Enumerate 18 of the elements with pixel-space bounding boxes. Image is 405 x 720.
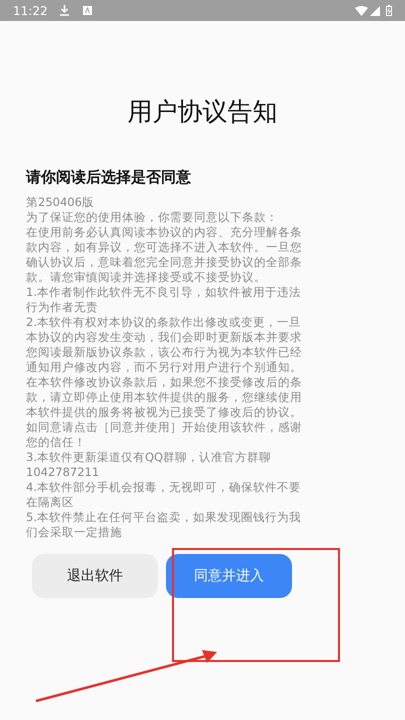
exit-button[interactable]: 退出软件 — [32, 554, 158, 598]
section-heading: 请你阅读后选择是否同意 — [26, 167, 192, 187]
download-icon — [60, 5, 69, 16]
agreement-paragraph: 5.本软件禁止在任何平台盗卖，如果发现圈钱行为我们会采取一定措施 — [26, 510, 302, 540]
font-icon — [82, 6, 92, 15]
agreement-paragraph: 为了保证您的使用体验，你需要同意以下条款： — [26, 210, 279, 225]
signal-icon — [370, 6, 380, 16]
agreement-paragraph: 3.本软件更新渠道仅有QQ群聊，认准官方群聊1042787211 — [26, 450, 272, 480]
agree-button[interactable]: 同意并进入 — [166, 554, 292, 598]
agreement-paragraph: 4.本软件部分手机会报毒，无视即可，确保软件不要在隔离区 — [26, 480, 302, 510]
page-title: 用户协议告知 — [126, 96, 278, 128]
agreement-paragraph: 1.本作者制作此软件无不良引导，如软件被用于违法行为作者无责 — [26, 285, 302, 315]
agreement-paragraph: 2.本软件有权对本协议的条款作出修改或变更，一旦本协议的内容发生变动，我们会即时更新版本并要求您阅读最新版协议条款，该公布行为视为本软件已经通知用户修改内容，而不另行对用户进行个别通知。在本软件修改协议条款后，如果您不接受修改后的条款，请立即停止使用本软件提供的服务，您继续使用本软件提供的服务将被视为已接受了修改后的协议。如同意请点击［同意并使用］开始使用该软件，感谢您的信任！ — [26, 315, 302, 450]
wifi-icon — [355, 6, 368, 16]
agreement-paragraph: 第250406版 — [26, 195, 95, 210]
status-time: 11:22 — [13, 2, 48, 20]
battery-icon — [386, 5, 392, 16]
agreement-paragraph: 在使用前务必认真阅读本协议的内容、充分理解各条款内容，如有异议，您可选择不进入本软件。一旦您确认协议后，意味着您完全同意并接受协议的全部条款。请您审慎阅读并选择接受或不接受协议。 — [26, 225, 302, 285]
